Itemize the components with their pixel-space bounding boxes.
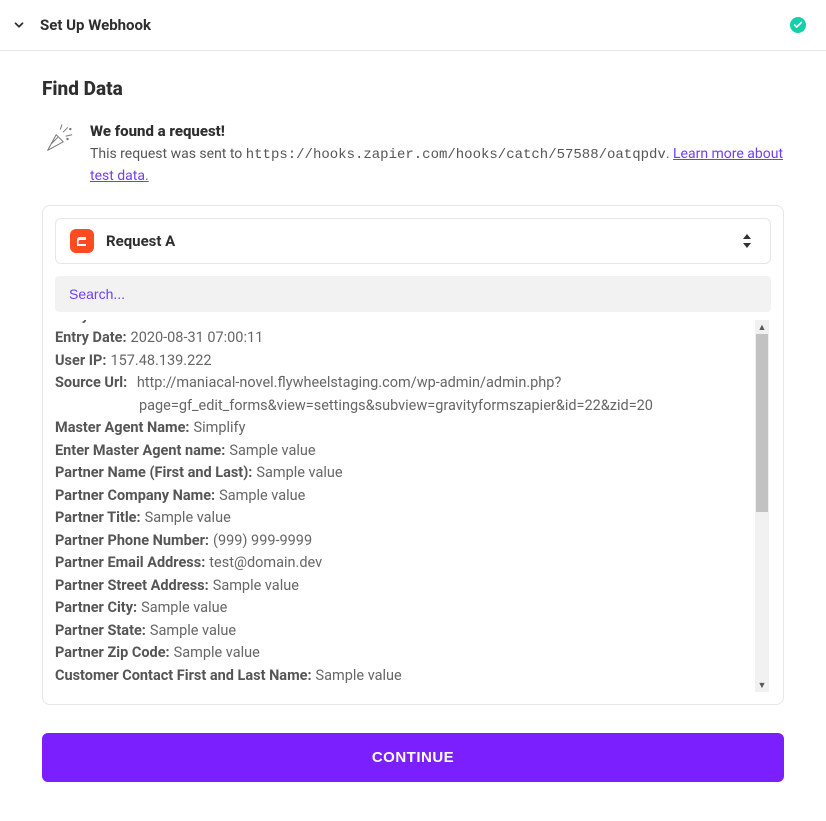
- data-row: Partner Street Address:Sample value: [55, 575, 753, 597]
- data-value: Sample value: [141, 597, 227, 619]
- continue-button[interactable]: Continue: [42, 733, 784, 782]
- found-prefix: This request was sent to: [90, 146, 246, 162]
- status-complete-icon: [790, 17, 806, 33]
- data-row: Customer Contact First and Last Name:Sam…: [55, 665, 753, 687]
- scroll-down-button[interactable]: ▼: [755, 678, 769, 692]
- data-row: Source Url: http://maniacal-novel.flywhe…: [55, 372, 753, 417]
- data-value: Sample value: [229, 440, 315, 462]
- data-key: Partner Street Address:: [55, 575, 209, 597]
- found-suffix: .: [666, 146, 673, 162]
- data-value: Sample value: [145, 507, 231, 529]
- data-key: Partner Name (First and Last):: [55, 462, 252, 484]
- data-key: Partner Company Name:: [55, 485, 215, 507]
- data-row: Entry Date:2020-08-31 07:00:11: [55, 327, 753, 349]
- data-key: Source Url:: [55, 374, 127, 391]
- search-box: [55, 276, 771, 312]
- data-key: Partner Zip Code:: [55, 642, 170, 664]
- data-key: Enter Master Agent name:: [55, 440, 225, 462]
- data-value: http://maniacal-novel.flywheelstaging.co…: [137, 374, 561, 391]
- data-value: (999) 999-9999: [213, 530, 312, 552]
- data-key: Entry ID:: [55, 320, 110, 327]
- sort-icon: [742, 234, 756, 248]
- scroll-up-button[interactable]: ▲: [755, 320, 769, 334]
- data-value: Sample value: [219, 485, 305, 507]
- data-row: Entry ID: 0: [55, 320, 753, 327]
- scrollbar[interactable]: ▲ ▼: [755, 320, 769, 692]
- data-list: Entry ID: 0Entry Date:2020-08-31 07:00:11…: [55, 320, 771, 692]
- data-key: Partner City:: [55, 597, 137, 619]
- data-value: test@domain.dev: [209, 552, 322, 574]
- gravity-forms-icon: [70, 229, 94, 253]
- data-row: Partner Name (First and Last):Sample val…: [55, 462, 753, 484]
- data-row: Partner Company Name:Sample value: [55, 485, 753, 507]
- data-value: 0: [114, 320, 122, 327]
- data-key: Customer Contact First and Last Name:: [55, 665, 312, 687]
- data-value: 2020-08-31 07:00:11: [131, 327, 264, 349]
- request-select[interactable]: Request A: [55, 218, 771, 264]
- found-subtext: This request was sent to https://hooks.z…: [90, 144, 784, 187]
- data-row: Partner Title:Sample value: [55, 507, 753, 529]
- chevron-down-icon: [10, 16, 28, 34]
- data-value: Simplify: [194, 417, 246, 439]
- data-row: User IP:157.48.139.222: [55, 350, 753, 372]
- data-value: Sample value: [174, 642, 260, 664]
- data-key: Entry Date:: [55, 327, 127, 349]
- celebration-icon: [42, 122, 76, 156]
- data-value: Sample value: [150, 620, 236, 642]
- data-key: Partner Phone Number:: [55, 530, 209, 552]
- data-key: Master Agent Name:: [55, 417, 190, 439]
- data-key: User IP:: [55, 350, 106, 372]
- data-value: Sample value: [256, 462, 342, 484]
- data-row: Partner Zip Code:Sample value: [55, 642, 753, 664]
- data-key: Partner Title:: [55, 507, 141, 529]
- data-key: Partner State:: [55, 620, 146, 642]
- section-header[interactable]: Set Up Webhook: [0, 0, 826, 51]
- data-row: Enter Master Agent name:Sample value: [55, 440, 753, 462]
- data-row: Partner Phone Number:(999) 999-9999: [55, 530, 753, 552]
- data-value: Sample value: [316, 665, 402, 687]
- request-label: Request A: [106, 232, 175, 250]
- data-value: Sample value: [213, 575, 299, 597]
- section-title: Set Up Webhook: [40, 16, 151, 34]
- step-title: Find Data: [42, 77, 784, 100]
- data-key: Partner Email Address:: [55, 552, 205, 574]
- data-row: Partner State:Sample value: [55, 620, 753, 642]
- found-url: https://hooks.zapier.com/hooks/catch/575…: [246, 147, 666, 163]
- scroll-thumb[interactable]: [756, 334, 768, 512]
- data-value: page=gf_edit_forms&view=settings&subview…: [55, 395, 753, 417]
- data-value: 157.48.139.222: [110, 350, 211, 372]
- search-input[interactable]: [55, 276, 771, 312]
- found-heading: We found a request!: [90, 122, 784, 140]
- step-content: Find Data We found a request! This reque…: [0, 51, 826, 821]
- data-row: Partner Email Address:test@domain.dev: [55, 552, 753, 574]
- request-panel: Request A Entry ID: 0Entry Date:2020-08-3…: [42, 205, 784, 705]
- data-row: Partner City:Sample value: [55, 597, 753, 619]
- data-row: Master Agent Name:Simplify: [55, 417, 753, 439]
